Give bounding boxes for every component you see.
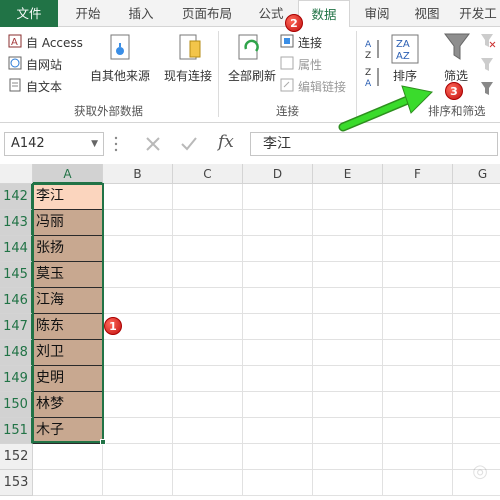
annotation-overlay xyxy=(338,85,434,132)
step-badge-2: 2 xyxy=(285,14,303,32)
watermark-logo: ◎ xyxy=(472,461,488,482)
green-arrow xyxy=(338,85,434,132)
step-badge-3: 3 xyxy=(445,82,463,100)
step-badge-1: 1 xyxy=(104,317,122,335)
